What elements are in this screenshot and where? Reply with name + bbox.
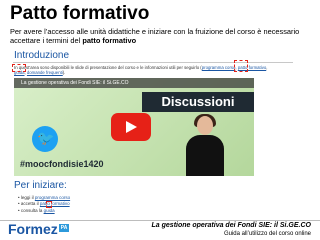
bird-glyph: 🐦 (37, 130, 55, 146)
desc-separator-2: , (266, 65, 268, 70)
play-icon (126, 121, 137, 133)
list-item-text: leggi il (20, 195, 35, 200)
footer-title: La gestione operativa dei Fondi SIE: il … (151, 222, 311, 229)
intro-description: In quest’area sono disponibili le slide … (14, 65, 269, 76)
discussion-title: Discussioni (161, 94, 235, 109)
presenter-head (197, 116, 213, 135)
slide-title: Patto formativo (10, 3, 150, 24)
programma-corso-link[interactable]: programma corso (202, 65, 236, 70)
section-title-introduzione: Introduzione (14, 50, 70, 61)
start-list: • leggi il programma corso • accetta il … (18, 195, 70, 214)
desc-text: In quest’area sono disponibili le slide … (14, 65, 202, 70)
presenter-body (186, 135, 224, 176)
section-divider (13, 62, 293, 63)
video-hashtag: #moocfondisie1420 (20, 159, 104, 169)
list-item-link[interactable]: guida (44, 208, 55, 213)
twitter-icon: 🐦 (32, 126, 58, 152)
video-player[interactable]: La gestione operativa dei Fondi SIE: il … (14, 78, 254, 176)
logo-badge: PA (58, 224, 70, 232)
footer-subtitle: Guida all’utilizzo del corso online (223, 231, 311, 237)
video-caption: La gestione operativa dei Fondi SIE: il … (21, 80, 129, 86)
list-item-link[interactable]: patto formativo (40, 201, 70, 206)
slide-intro: Per avere l’accesso alle unità didattich… (10, 27, 310, 45)
list-item-text: accetta il (20, 201, 40, 207)
formez-logo: Formez PA (8, 221, 70, 237)
video-title-bar: La gestione operativa dei Fondi SIE: il … (14, 78, 254, 88)
play-button[interactable] (111, 113, 151, 141)
section-title-per-iniziare: Per iniziare: (14, 180, 67, 191)
intro-text: Per avere l’accesso alle unità didattich… (10, 27, 300, 45)
logo-text: Formez (8, 221, 58, 237)
highlight-box-bullet (46, 201, 52, 208)
desc-end: ). (62, 70, 66, 76)
list-item-text: consulta la (20, 207, 44, 213)
intro-bold: patto formativo (82, 36, 137, 45)
domande-frequenti-link[interactable]: domande frequenti (27, 70, 63, 75)
discussion-banner: Discussioni (142, 92, 254, 112)
list-item-link[interactable]: programma corso (35, 195, 70, 200)
course-screenshot: Introduzione In quest’area sono disponib… (10, 48, 302, 218)
highlight-box-right (234, 60, 248, 72)
list-item: • consulta la guida (18, 207, 55, 213)
presenter-figure (182, 114, 228, 176)
highlight-box-left (12, 64, 26, 72)
